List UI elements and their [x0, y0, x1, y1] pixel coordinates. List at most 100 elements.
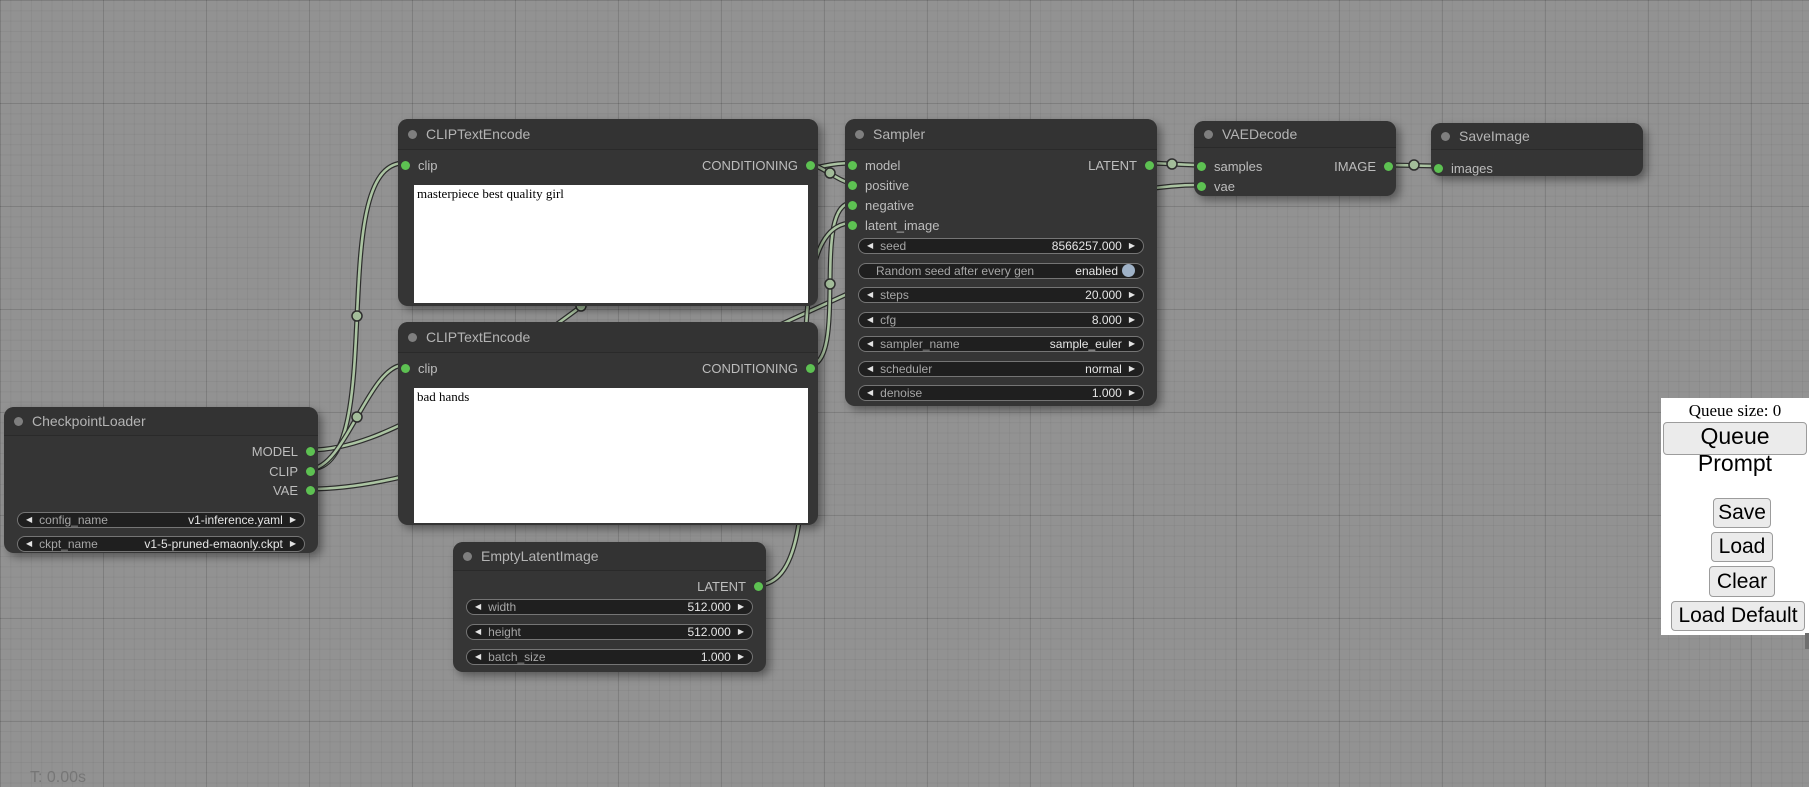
collapse-dot-icon[interactable]: [408, 333, 417, 342]
node-sampler[interactable]: Sampler model LATENT positive negative l…: [845, 119, 1157, 406]
input-port-model[interactable]: [848, 161, 857, 170]
widget-width[interactable]: ◀ width 512.000 ▶: [466, 599, 753, 615]
increment-arrow-icon[interactable]: ▶: [1129, 340, 1135, 348]
output-port-conditioning[interactable]: [806, 364, 815, 373]
decrement-arrow-icon[interactable]: ◀: [867, 365, 873, 373]
collapse-dot-icon[interactable]: [14, 417, 23, 426]
output-label-latent: LATENT: [1088, 158, 1137, 173]
widget-denoise[interactable]: ◀ denoise 1.000 ▶: [858, 385, 1144, 401]
node-title-bar[interactable]: CLIPTextEncode: [398, 322, 818, 353]
input-port-latent-image[interactable]: [848, 221, 857, 230]
decrement-arrow-icon[interactable]: ◀: [26, 540, 32, 548]
input-port-clip[interactable]: [401, 364, 410, 373]
collapse-dot-icon[interactable]: [1204, 130, 1213, 139]
decrement-arrow-icon[interactable]: ◀: [867, 389, 873, 397]
input-label-model: model: [865, 158, 900, 173]
node-checkpoint-loader[interactable]: CheckpointLoader MODEL CLIP VAE ◀ config…: [4, 407, 318, 553]
increment-arrow-icon[interactable]: ▶: [738, 653, 744, 661]
input-port-samples[interactable]: [1197, 162, 1206, 171]
output-port-vae[interactable]: [306, 486, 315, 495]
widget-steps[interactable]: ◀ steps 20.000 ▶: [858, 287, 1144, 303]
collapse-dot-icon[interactable]: [1441, 132, 1450, 141]
node-clip-text-encode-positive[interactable]: CLIPTextEncode clip CONDITIONING masterp…: [398, 119, 818, 306]
collapse-dot-icon[interactable]: [408, 130, 417, 139]
save-button[interactable]: Save: [1713, 498, 1771, 528]
increment-arrow-icon[interactable]: ▶: [1129, 316, 1135, 324]
widget-label: batch_size: [488, 650, 545, 664]
clear-button[interactable]: Clear: [1709, 566, 1775, 597]
node-title-bar[interactable]: SaveImage: [1431, 123, 1643, 150]
node-save-image[interactable]: SaveImage images: [1431, 123, 1643, 176]
node-title: Sampler: [873, 119, 925, 149]
widget-value: 8566257.000: [1052, 239, 1122, 253]
widget-ckpt-name[interactable]: ◀ ckpt_name v1-5-pruned-emaonly.ckpt ▶: [17, 536, 305, 552]
increment-arrow-icon[interactable]: ▶: [738, 603, 744, 611]
output-port-conditioning[interactable]: [806, 161, 815, 170]
widget-scheduler[interactable]: ◀ scheduler normal ▶: [858, 361, 1144, 377]
link-midpoint-dot: [825, 279, 835, 289]
widget-cfg[interactable]: ◀ cfg 8.000 ▶: [858, 312, 1144, 328]
node-title-bar[interactable]: Sampler: [845, 119, 1157, 150]
increment-arrow-icon[interactable]: ▶: [290, 540, 296, 548]
node-title: CheckpointLoader: [32, 407, 146, 435]
input-port-images[interactable]: [1434, 164, 1443, 173]
prompt-textarea[interactable]: bad hands: [414, 388, 808, 523]
increment-arrow-icon[interactable]: ▶: [1129, 291, 1135, 299]
widget-config-name[interactable]: ◀ config_name v1-inference.yaml ▶: [17, 512, 305, 528]
node-title-bar[interactable]: EmptyLatentImage: [453, 542, 766, 571]
node-title-bar[interactable]: CLIPTextEncode: [398, 119, 818, 150]
input-label-samples: samples: [1214, 159, 1262, 174]
queue-prompt-button[interactable]: Queue Prompt: [1663, 422, 1807, 455]
decrement-arrow-icon[interactable]: ◀: [26, 516, 32, 524]
widget-value: 8.000: [1092, 313, 1122, 327]
output-port-image[interactable]: [1384, 162, 1393, 171]
input-label-clip: clip: [418, 158, 438, 173]
input-port-clip[interactable]: [401, 161, 410, 170]
widget-seed[interactable]: ◀ seed 8566257.000 ▶: [858, 238, 1144, 254]
decrement-arrow-icon[interactable]: ◀: [867, 316, 873, 324]
node-vae-decode[interactable]: VAEDecode samples IMAGE vae: [1194, 121, 1396, 196]
output-label-image: IMAGE: [1334, 159, 1376, 174]
output-port-latent[interactable]: [1145, 161, 1154, 170]
input-port-negative[interactable]: [848, 201, 857, 210]
decrement-arrow-icon[interactable]: ◀: [867, 242, 873, 250]
link-midpoint-dot: [352, 311, 362, 321]
input-port-vae[interactable]: [1197, 182, 1206, 191]
input-label-positive: positive: [865, 178, 909, 193]
output-port-model[interactable]: [306, 447, 315, 456]
load-default-button[interactable]: Load Default: [1671, 601, 1805, 631]
collapse-dot-icon[interactable]: [855, 130, 864, 139]
input-port-positive[interactable]: [848, 181, 857, 190]
decrement-arrow-icon[interactable]: ◀: [475, 603, 481, 611]
decrement-arrow-icon[interactable]: ◀: [867, 340, 873, 348]
node-empty-latent-image[interactable]: EmptyLatentImage LATENT ◀ width 512.000 …: [453, 542, 766, 672]
toggle-dot-icon[interactable]: [1122, 264, 1135, 277]
widget-value: sample_euler: [1050, 337, 1122, 351]
output-port-latent[interactable]: [754, 582, 763, 591]
load-button[interactable]: Load: [1711, 532, 1773, 562]
widget-height[interactable]: ◀ height 512.000 ▶: [466, 624, 753, 640]
prompt-textarea[interactable]: masterpiece best quality girl: [414, 185, 808, 303]
decrement-arrow-icon[interactable]: ◀: [475, 628, 481, 636]
widget-label: denoise: [880, 386, 922, 400]
decrement-arrow-icon[interactable]: ◀: [867, 291, 873, 299]
increment-arrow-icon[interactable]: ▶: [290, 516, 296, 524]
increment-arrow-icon[interactable]: ▶: [1129, 242, 1135, 250]
widget-random-seed-toggle[interactable]: Random seed after every gen enabled: [858, 263, 1144, 279]
increment-arrow-icon[interactable]: ▶: [738, 628, 744, 636]
link-midpoint-dot: [825, 168, 835, 178]
widget-value: normal: [1085, 362, 1122, 376]
widget-value: 512.000: [687, 625, 730, 639]
widget-sampler-name[interactable]: ◀ sampler_name sample_euler ▶: [858, 336, 1144, 352]
increment-arrow-icon[interactable]: ▶: [1129, 365, 1135, 373]
output-port-clip[interactable]: [306, 467, 315, 476]
node-clip-text-encode-negative[interactable]: CLIPTextEncode clip CONDITIONING bad han…: [398, 322, 818, 525]
increment-arrow-icon[interactable]: ▶: [1129, 389, 1135, 397]
decrement-arrow-icon[interactable]: ◀: [475, 653, 481, 661]
collapse-dot-icon[interactable]: [463, 552, 472, 561]
node-title-bar[interactable]: VAEDecode: [1194, 121, 1396, 148]
node-title: EmptyLatentImage: [481, 542, 599, 570]
node-title-bar[interactable]: CheckpointLoader: [4, 407, 318, 436]
widget-batch-size[interactable]: ◀ batch_size 1.000 ▶: [466, 649, 753, 665]
canvas-edge-strip: [1805, 633, 1809, 649]
